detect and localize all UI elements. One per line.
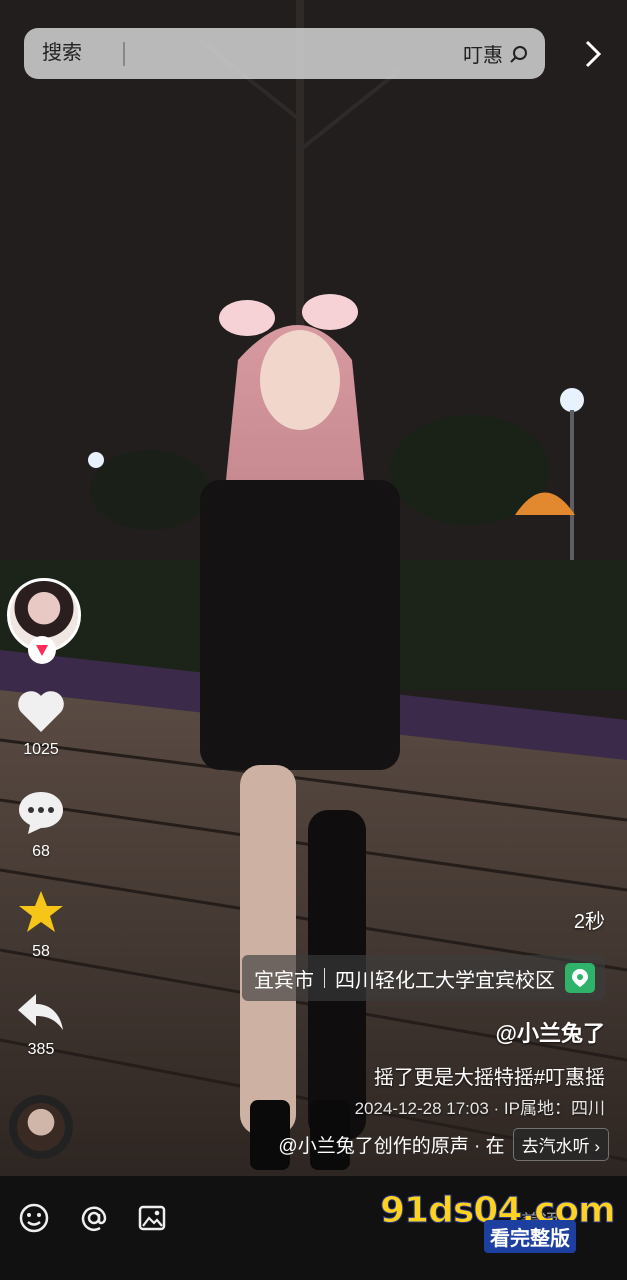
location-divider xyxy=(324,968,325,988)
like-count: 1025 xyxy=(23,741,59,758)
favorite-button[interactable]: 58 xyxy=(0,888,82,961)
comment-count: 68 xyxy=(32,843,50,860)
search-input[interactable]: 叮惠 xyxy=(463,28,529,79)
star-icon xyxy=(19,891,63,932)
search-icon xyxy=(510,45,527,63)
author-name[interactable]: @小兰兔了 xyxy=(496,1016,605,1048)
video-screen[interactable]: 搜索 叮惠 1025 68 58 385 2秒 宜宾市 四川轻化工大学宜宾校区 … xyxy=(0,0,627,1280)
share-button[interactable]: 385 xyxy=(0,990,82,1059)
video-caption: 摇了更是大摇特摇#叮惠摇 xyxy=(373,1067,605,1089)
emoji-icon[interactable] xyxy=(18,1202,50,1234)
follow-icon xyxy=(36,645,48,656)
music-row[interactable]: @小兰兔了创作的原声 · 在 去汽水听 › xyxy=(278,1127,609,1161)
search-button[interactable]: 搜索 xyxy=(42,28,82,79)
mention-icon[interactable] xyxy=(78,1202,110,1234)
search-bar[interactable]: 搜索 叮惠 xyxy=(24,28,545,79)
favorite-count: 58 xyxy=(32,943,50,960)
share-count: 385 xyxy=(27,1041,55,1058)
search-divider xyxy=(123,42,125,66)
listen-in-app-button[interactable]: 去汽水听 › xyxy=(512,1127,609,1161)
follow-button[interactable] xyxy=(28,636,56,664)
duration-chip: 2秒 xyxy=(573,911,605,933)
music-title: @小兰兔了创作的原声 · 在 xyxy=(278,1135,505,1157)
heart-icon xyxy=(18,691,64,732)
like-button[interactable]: 1025 xyxy=(0,688,82,759)
image-icon[interactable] xyxy=(136,1202,168,1234)
comment-button[interactable]: 68 xyxy=(0,788,82,861)
search-query-text: 叮惠 xyxy=(463,45,503,67)
music-disc[interactable] xyxy=(9,1095,73,1159)
chevron-right-icon[interactable] xyxy=(576,36,612,72)
video-meta: 2024-12-28 17:03 · IP属地：四川 xyxy=(354,1099,605,1118)
location-tag[interactable]: 宜宾市 四川轻化工大学宜宾校区 xyxy=(242,955,605,1001)
location-place: 四川轻化工大学宜宾校区 xyxy=(335,969,555,992)
share-icon xyxy=(18,994,63,1030)
location-city: 宜宾市 xyxy=(254,969,314,992)
location-pin-icon xyxy=(565,963,595,993)
site-watermark: 91ds04.com 看完整版 xyxy=(380,1190,616,1253)
comment-icon xyxy=(19,792,63,834)
watermark-sub: 看完整版 xyxy=(484,1220,576,1253)
